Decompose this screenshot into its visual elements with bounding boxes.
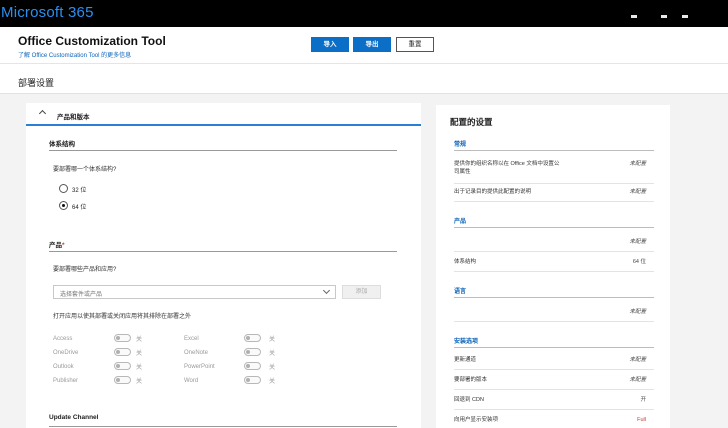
products-question: 要部署哪些产品和应用? <box>53 267 117 273</box>
setting-row-architecture[interactable]: 体系结构 64 位 <box>454 258 654 272</box>
setting-row-fallback-cdn[interactable]: 回退到 CDN 开 <box>454 396 654 410</box>
chevron-down-icon <box>322 286 331 295</box>
brand-title[interactable]: Microsoft 365 <box>1 4 94 21</box>
toggle-publisher[interactable] <box>114 376 131 384</box>
app-label-excel: Excel <box>184 336 199 342</box>
setting-value: 未配置 <box>629 309 646 315</box>
setting-value: 未配置 <box>629 161 646 167</box>
toggle-state-label: 关 <box>136 379 143 385</box>
setting-row-show-install[interactable]: 向用户显示安装项 Full <box>454 416 654 428</box>
radio-label: 64 位 <box>72 205 87 211</box>
window-control-dot <box>682 15 688 18</box>
product-select-placeholder: 选择套件或产品 <box>60 292 103 298</box>
toggle-onedrive[interactable] <box>114 348 131 356</box>
setting-value: 未配置 <box>629 357 646 363</box>
export-button[interactable]: 导出 <box>353 37 391 52</box>
section-products: 产品 <box>454 216 654 228</box>
learn-more-link[interactable]: 了解 Office Customization Tool 的更多信息 <box>18 50 131 59</box>
app-label-onedrive: OneDrive <box>53 350 79 356</box>
architecture-question: 要部署哪一个体系结构? <box>53 167 117 173</box>
radio-circle-selected[interactable] <box>59 201 68 210</box>
section-general: 常规 <box>454 139 654 151</box>
required-marker: * <box>62 242 65 249</box>
app-title: Office Customization Tool <box>18 34 166 48</box>
setting-row-description[interactable]: 出于记录目的提供此配置的说明 未配置 <box>454 188 654 202</box>
toggle-word[interactable] <box>244 376 261 384</box>
toggle-outlook[interactable] <box>114 362 131 370</box>
toggle-state-label: 关 <box>136 337 143 343</box>
setting-key: 提供你的组织名称以在 Office 文档中设置公司属性 <box>454 161 560 175</box>
setting-value: 开 <box>640 397 646 403</box>
setting-key: 向用户显示安装项 <box>454 417 499 423</box>
apps-hint: 打开应用以使其部署或关闭应用将其排除在部署之外 <box>53 314 192 320</box>
app-label-onenote: OneNote <box>184 350 209 356</box>
setting-key: 出于记录目的提供此配置的说明 <box>454 189 532 195</box>
accordion-label: 产品和版本 <box>57 114 90 121</box>
section-install-options: 安装选项 <box>454 336 654 348</box>
setting-row-products[interactable]: 未配置 <box>454 238 654 252</box>
product-select[interactable]: 选择套件或产品 <box>53 285 336 299</box>
setting-value: Full <box>637 417 646 423</box>
setting-value: 未配置 <box>629 239 646 245</box>
chevron-up-icon <box>38 109 47 118</box>
toggle-state-label: 关 <box>269 351 276 357</box>
app-label-publisher: Publisher <box>53 378 79 384</box>
toggle-powerpoint[interactable] <box>244 362 261 370</box>
update-channel-heading: Update Channel <box>49 414 397 427</box>
toggle-state-label: 关 <box>269 365 276 371</box>
architecture-heading: 体系结构 <box>49 138 397 151</box>
setting-key: 回退到 CDN <box>454 397 484 403</box>
setting-row-update-channel[interactable]: 更新通道 未配置 <box>454 356 654 370</box>
products-releases-accordion[interactable]: 产品和版本 <box>26 103 421 126</box>
setting-row-language[interactable]: 未配置 <box>454 308 654 322</box>
app-label-word: Word <box>184 378 199 384</box>
page-title: 部署设置 <box>18 78 55 88</box>
radio-label: 32 位 <box>72 188 87 194</box>
add-product-button[interactable]: 添加 <box>342 285 381 299</box>
window-control-dot <box>661 15 667 18</box>
app-header: Office Customization Tool 了解 Office Cust… <box>0 27 728 64</box>
setting-row-version[interactable]: 要部署的版本 未配置 <box>454 376 654 390</box>
toggle-state-label: 关 <box>269 379 276 385</box>
products-heading-text: 产品 <box>49 242 62 249</box>
products-heading: 产品* <box>49 239 397 252</box>
app-label-outlook: Outlook <box>53 364 74 370</box>
toggle-state-label: 关 <box>136 351 143 357</box>
setting-row-org-name[interactable]: 提供你的组织名称以在 Office 文档中设置公司属性 未配置 <box>454 160 654 184</box>
setting-key: 更新通道 <box>454 357 477 363</box>
deployment-settings-panel: 产品和版本 体系结构 要部署哪一个体系结构? 32 位 64 位 产品* 要部署… <box>26 103 421 428</box>
toggle-excel[interactable] <box>244 334 261 342</box>
setting-key: 体系结构 <box>454 259 477 265</box>
import-button[interactable]: 导入 <box>311 37 349 52</box>
page-subheader: 部署设置 <box>0 64 728 94</box>
radio-circle[interactable] <box>59 184 68 193</box>
setting-key: 要部署的版本 <box>454 377 488 383</box>
reset-button[interactable]: 重置 <box>396 37 434 52</box>
configured-settings-panel: 配置的设置 常规 提供你的组织名称以在 Office 文档中设置公司属性 未配置… <box>436 105 670 428</box>
app-label-powerpoint: PowerPoint <box>184 364 215 370</box>
section-language: 语言 <box>454 286 654 298</box>
setting-value: 未配置 <box>629 377 646 383</box>
window-control-dot <box>631 15 637 18</box>
toggle-onenote[interactable] <box>244 348 261 356</box>
top-bar: Microsoft 365 <box>0 0 728 27</box>
setting-value: 64 位 <box>632 259 646 265</box>
toggle-state-label: 关 <box>269 337 276 343</box>
setting-value: 未配置 <box>629 189 646 195</box>
app-label-access: Access <box>53 336 73 342</box>
toggle-access[interactable] <box>114 334 131 342</box>
configured-settings-title: 配置的设置 <box>450 117 493 127</box>
toggle-state-label: 关 <box>136 365 143 371</box>
